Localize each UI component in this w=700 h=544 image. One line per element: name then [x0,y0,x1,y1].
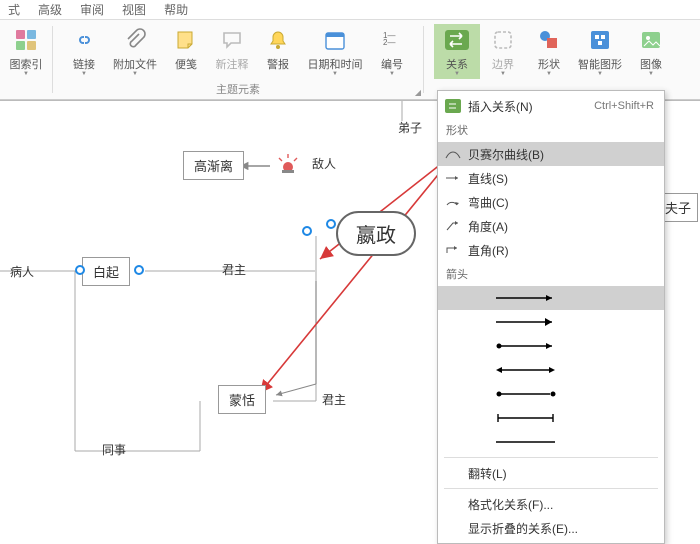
arrow-style-5[interactable] [438,382,664,406]
arrow-style-7[interactable] [438,430,664,454]
datetime-button[interactable]: 日期和时间▼ [301,24,369,79]
relationship-dropdown: 插入关系(N) Ctrl+Shift+R 形状 贝赛尔曲线(B) 直线(S) 弯… [437,90,665,544]
selection-handle-right[interactable] [134,265,144,275]
label-junzhu1: 君主 [222,261,246,278]
relationship-icon [443,26,471,54]
comment-icon [218,26,246,54]
svg-text:2—: 2— [383,38,395,47]
menu-insert-relation[interactable]: 插入关系(N) Ctrl+Shift+R [438,94,664,118]
shapes-icon [535,26,563,54]
menu-bezier[interactable]: 贝赛尔曲线(B) [438,142,664,166]
border-button[interactable]: 边界▼ [480,24,526,79]
attachment-button[interactable]: 附加文件▼ [107,24,163,79]
menu-format[interactable]: 格式化关系(F)... [438,492,664,516]
angle-icon [444,217,462,235]
selection-handle-3[interactable] [326,219,336,229]
shape-button[interactable]: 形状▼ [526,24,572,79]
border-icon [489,26,517,54]
menu-header-arrow: 箭头 [438,262,664,286]
tab-help[interactable]: 帮助 [164,1,188,18]
node-mengtian[interactable]: 蒙恬 [218,385,266,414]
selection-handle-2[interactable] [302,226,312,236]
menu-header-shape: 形状 [438,118,664,142]
curve-icon [444,193,462,211]
label-diren: 敌人 [312,155,336,172]
arrow-style-6[interactable] [438,406,664,430]
tab-style[interactable]: 式 [8,1,20,18]
number-icon: 1—2— [378,26,406,54]
paperclip-icon [121,26,149,54]
hyperlink-button[interactable]: 链接▼ [61,24,107,79]
menu-rightangle[interactable]: 直角(R) [438,238,664,262]
image-index-button[interactable]: 图索引▼ [3,24,49,79]
link-icon [70,26,98,54]
menu-curve[interactable]: 弯曲(C) [438,190,664,214]
node-gaojianli[interactable]: 高渐离 [183,151,244,180]
arrow-style-2[interactable] [438,310,664,334]
node-baiqi[interactable]: 白起 [82,257,130,286]
menu-angle[interactable]: 角度(A) [438,214,664,238]
relationship-small-icon [444,97,462,115]
comment-button[interactable]: 新注释 [209,24,255,74]
rightangle-icon [444,241,462,259]
smartart-icon [586,26,614,54]
label-dizi: 弟子 [398,119,422,136]
arrow-style-3[interactable] [438,334,664,358]
menu-straight[interactable]: 直线(S) [438,166,664,190]
image-icon [637,26,665,54]
node-center[interactable]: 嬴政 [336,211,416,256]
ribbon: 图索引▼ 链接▼ 附加文件▼ 便笺 新注释 警报 日期和时间▼ 1—2—编号▼ … [0,20,700,100]
tab-review[interactable]: 审阅 [80,1,104,18]
note-button[interactable]: 便笺 [163,24,209,74]
tab-view[interactable]: 视图 [122,1,146,18]
group-label-elements: 主题元素 [53,81,423,97]
tab-advanced[interactable]: 高级 [38,1,62,18]
selection-handle-left[interactable] [75,265,85,275]
image-button[interactable]: 图像▼ [628,24,674,79]
menu-flip[interactable]: 翻转(L) [438,461,664,485]
alarm-button[interactable]: 警报 [255,24,301,74]
numbering-button[interactable]: 1—2—编号▼ [369,24,415,79]
smartart-button[interactable]: 智能图形▼ [572,24,628,79]
bell-icon [264,26,292,54]
label-bingren: 病人 [10,263,34,280]
menu-showfold[interactable]: 显示折叠的关系(E)... [438,516,664,540]
image-index-icon [12,26,40,54]
bezier-icon [444,145,462,163]
group-expand-icon[interactable]: ◢ [415,88,421,97]
straight-icon [444,169,462,187]
arrow-style-4[interactable] [438,358,664,382]
label-tongshi: 同事 [102,441,126,458]
note-icon [172,26,200,54]
menu-tabs: 式 高级 审阅 视图 帮助 [0,0,700,20]
calendar-icon [321,26,349,54]
relationship-button[interactable]: 关系▼ [434,24,480,79]
arrow-style-1[interactable] [438,286,664,310]
label-junzhu2: 君主 [322,391,346,408]
